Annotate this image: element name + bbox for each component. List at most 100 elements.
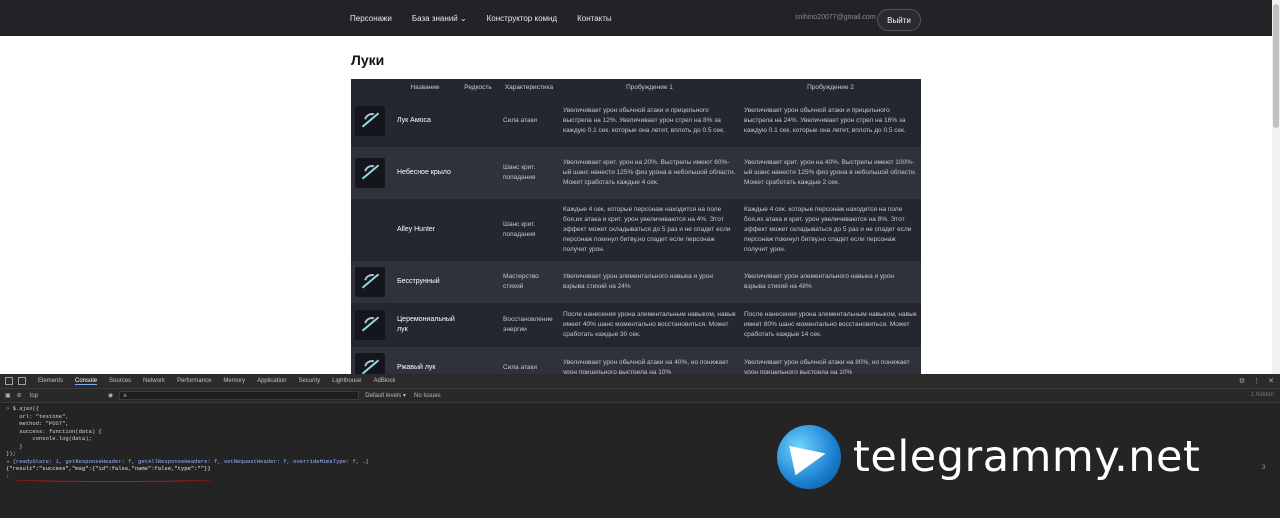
weapon-name[interactable]: Небесное крыло — [393, 147, 457, 199]
result-source-link[interactable]: 3 — [1262, 465, 1265, 471]
code-line: } — [6, 442, 23, 450]
code-line: method: "POST", — [6, 420, 69, 427]
telegram-globe-logo-icon — [777, 425, 841, 489]
weapon-stat: Мастерство стихий — [499, 261, 559, 303]
weapon-icon-cell — [351, 199, 393, 261]
tab-console[interactable]: Console — [75, 378, 98, 385]
weapon-rarity — [457, 261, 499, 303]
weapon-stat: Шанс крит. попадания — [499, 199, 559, 261]
header-name[interactable]: Название — [393, 79, 457, 95]
weapon-name[interactable]: Ржавый лук — [393, 347, 457, 374]
context-selector[interactable]: top — [30, 393, 38, 399]
paper-plane-icon — [789, 438, 829, 476]
header-rarity[interactable]: Редкость — [457, 79, 499, 95]
bow-icon — [355, 310, 385, 340]
weapon-awakening-2: Увеличивает урон обычной атаки на 80%, н… — [740, 347, 921, 374]
weapon-awakening-1: Увеличивает крит. урон на 20%. Выстрелы … — [559, 147, 740, 199]
watermark: telegrammy.net — [777, 425, 1200, 489]
weapon-awakening-2: Увеличивает урон элементального навыка и… — [740, 261, 921, 303]
logout-button[interactable]: Выйти — [877, 9, 921, 31]
more-options-icon[interactable]: ⋮ — [1253, 377, 1260, 385]
header-awakening-2[interactable]: Пробуждение 2 — [740, 79, 921, 95]
live-expression-eye-icon[interactable]: ◉ — [108, 392, 113, 399]
expand-triangle-icon[interactable]: ◂ — [6, 458, 13, 465]
weapon-name[interactable]: Alley Hunter — [393, 199, 457, 261]
weapon-rarity — [457, 95, 499, 147]
tab-security[interactable]: Security — [298, 378, 320, 384]
weapon-awakening-2: Увеличивает урон обычной атаки и прицель… — [740, 95, 921, 147]
tab-sources[interactable]: Sources — [109, 378, 131, 384]
weapon-name[interactable]: Церемониальный лук — [393, 303, 457, 347]
weapon-awakening-1: Увеличивает урон обычной атаки на 40%, н… — [559, 347, 740, 374]
weapon-awakening-1: Увеличивает урон элементального навыка и… — [559, 261, 740, 303]
ajax-result-output: {"result":"success","msg":{"id":false,"n… — [6, 465, 211, 472]
tab-network[interactable]: Network — [143, 378, 165, 384]
bows-table: Название Редкость Характеристика Пробужд… — [351, 79, 921, 374]
user-email: snihino20077@gmail.com — [795, 14, 876, 21]
tab-performance[interactable]: Performance — [177, 378, 211, 384]
table-row[interactable]: Alley Hunter Шанс крит. попадания Каждые… — [351, 199, 921, 261]
weapon-name[interactable]: Лук Амоса — [393, 95, 457, 147]
table-row[interactable]: Лук Амоса Сила атаки Увеличивает урон об… — [351, 95, 921, 147]
weapon-stat: Восстановление энергии — [499, 303, 559, 347]
table-row[interactable]: Небесное крыло Шанс крит. попадания Увел… — [351, 147, 921, 199]
settings-gear-icon[interactable]: ⚙ — [1239, 377, 1245, 385]
weapon-rarity — [457, 199, 499, 261]
nav-item-team-builder[interactable]: Конструктор комнд — [487, 14, 557, 23]
xhr-object-output[interactable]: {readyState: 1, getResponseHeader: f, ge… — [13, 458, 369, 465]
sidebar-toggle-icon[interactable]: ▣ — [5, 392, 11, 399]
weapon-name[interactable]: Бесструнный — [393, 261, 457, 303]
input-chevron-icon: > — [6, 405, 13, 412]
header-stat[interactable]: Характеристика — [499, 79, 559, 95]
log-levels-dropdown[interactable]: Default levels ▾ — [365, 392, 406, 399]
weapon-rarity — [457, 147, 499, 199]
weapon-awakening-2: Увеличивает крит. урон на 40%. Выстрелы … — [740, 147, 921, 199]
weapon-rarity — [457, 347, 499, 374]
bow-icon — [355, 267, 385, 297]
tab-application[interactable]: Application — [257, 378, 286, 384]
weapon-awakening-2: После нанесения урона элементальным навы… — [740, 303, 921, 347]
nav-item-knowledge-base[interactable]: База знаний ⌄ — [412, 14, 467, 23]
nav-menu: Персонажи База знаний ⌄ Конструктор комн… — [350, 0, 632, 36]
table-row[interactable]: Церемониальный лук Восстановление энерги… — [351, 303, 921, 347]
console-filter-input[interactable]: a — [119, 391, 360, 400]
table-row[interactable]: Ржавый лук Сила атаки Увеличивает урон о… — [351, 347, 921, 374]
weapon-awakening-2: Каждые 4 сек. которые персонаж находится… — [740, 199, 921, 261]
table-row[interactable]: Бесструнный Мастерство стихий Увеличивае… — [351, 261, 921, 303]
code-line: success: function(data) { — [6, 427, 102, 435]
clear-console-icon[interactable]: ⊘ — [17, 392, 22, 399]
bow-icon — [355, 353, 385, 374]
header-awakening-1[interactable]: Пробуждение 1 — [559, 79, 740, 95]
tab-lighthouse[interactable]: Lighthouse — [332, 378, 361, 384]
red-underline-annotation — [10, 477, 215, 482]
tab-memory[interactable]: Memory — [223, 378, 245, 384]
tab-adblock[interactable]: AdBlock — [374, 378, 396, 384]
watermark-text: telegrammy.net — [853, 432, 1201, 482]
weapon-stat: Шанс крит. попадания — [499, 147, 559, 199]
console-prompt-icon[interactable]: › — [6, 473, 9, 480]
tab-elements[interactable]: Elements — [38, 378, 63, 384]
issues-badge[interactable]: No Issues — [414, 393, 441, 399]
nav-item-characters[interactable]: Персонажи — [350, 14, 392, 23]
weapon-stat: Сила атаки — [499, 347, 559, 374]
bow-icon — [355, 106, 385, 136]
weapon-awakening-1: Каждые 4 сек. которые персонаж находится… — [559, 199, 740, 261]
weapon-icon-cell — [351, 261, 393, 303]
devtools-tabbar: Elements Console Sources Network Perform… — [0, 374, 1280, 389]
code-line: url: "testone", — [6, 412, 69, 420]
weapon-stat: Сила атаки — [499, 95, 559, 147]
devtools-actions: ⚙ ⋮ ✕ — [1239, 377, 1274, 385]
hidden-count: 1 hidden — [1250, 392, 1274, 398]
weapon-awakening-1: Увеличивает урон обычной атаки и прицель… — [559, 95, 740, 147]
code-line: $.ajax({ — [12, 405, 40, 412]
weapon-icon-cell — [351, 303, 393, 347]
device-toolbar-icon[interactable] — [18, 377, 26, 385]
nav-item-contacts[interactable]: Контакты — [577, 14, 612, 23]
weapon-rarity — [457, 303, 499, 347]
page-scrollbar-thumb[interactable] — [1273, 4, 1279, 128]
console-toolbar: ▣ ⊘ top ◉ a Default levels ▾ No Issues 1… — [0, 389, 1280, 403]
inspect-element-icon[interactable] — [5, 377, 13, 385]
close-devtools-icon[interactable]: ✕ — [1268, 377, 1274, 385]
weapon-icon-cell — [351, 347, 393, 374]
weapon-icon-cell — [351, 147, 393, 199]
